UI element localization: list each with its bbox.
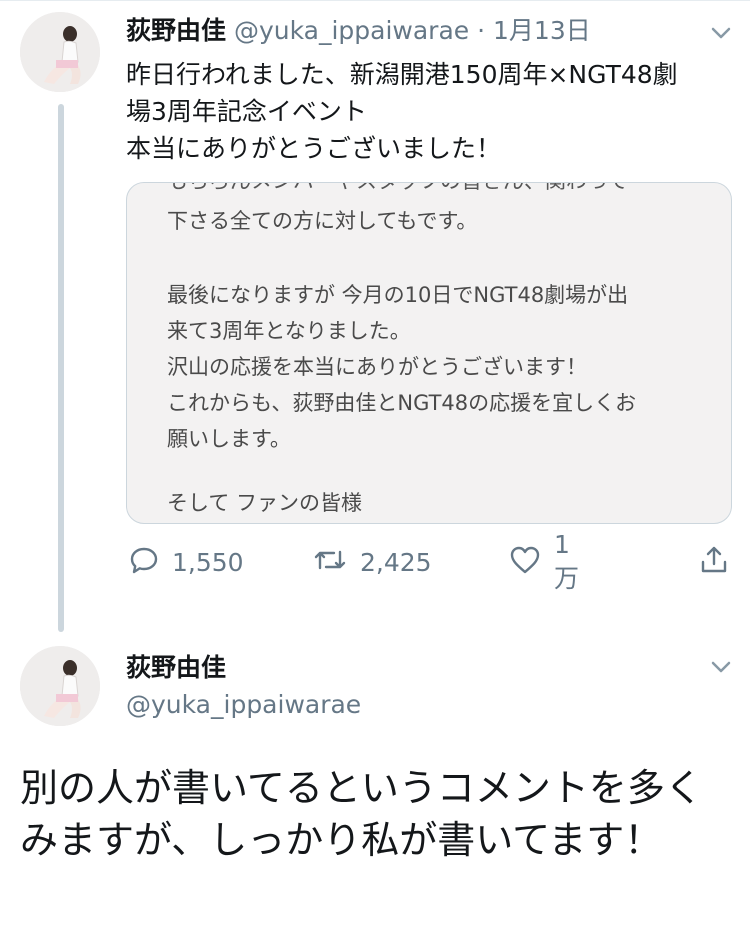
chevron-down-icon[interactable]	[706, 18, 736, 48]
image-text-line: 下さる全ての方に対してもです。	[167, 209, 478, 233]
tweet-text: 別の人が書いてるというコメントを多くみますが、しっかり私が書いてます！	[20, 766, 703, 862]
user-handle[interactable]: @yuka_ippaiwarae	[234, 16, 469, 45]
tweet-text-line: 昨日行われました、新潟開港150周年×NGT48劇	[126, 60, 678, 89]
image-text-line: これからも、荻野由佳とNGT48の応援を宜しくお	[167, 391, 637, 415]
separator-dot: ·	[477, 16, 486, 45]
retweet-icon	[312, 544, 348, 580]
heart-icon	[508, 544, 542, 580]
reply-icon	[128, 544, 160, 580]
like-count: 1万	[554, 529, 580, 593]
tweet-text-line: 場3周年記念イベント	[126, 97, 367, 126]
retweet-count: 2,425	[360, 547, 432, 577]
display-name[interactable]: 荻野由佳	[126, 16, 226, 45]
display-name[interactable]: 荻野由佳	[126, 648, 226, 684]
chevron-down-icon[interactable]	[706, 652, 736, 682]
top-divider	[0, 0, 750, 1]
image-text-line: そして ファンの皆様	[167, 491, 363, 515]
image-text-line: 願いします。	[167, 427, 291, 451]
avatar[interactable]	[20, 12, 100, 92]
tweet-header: 荻野由佳 @yuka_ippaiwarae · 1月13日	[126, 12, 591, 50]
image-text-line: 来て3周年となりました。	[167, 319, 411, 343]
share-icon	[698, 544, 730, 580]
avatar[interactable]	[20, 646, 100, 726]
thread-line	[58, 104, 64, 632]
tweet-text: 昨日行われました、新潟開港150周年×NGT48劇 場3周年記念イベント 本当に…	[126, 56, 736, 167]
tweet-text-line: 本当にありがとうございました！	[126, 134, 502, 163]
image-text-line: 沢山の応援を本当にありがとうございます！	[167, 355, 587, 379]
reply-count: 1,550	[172, 547, 244, 577]
share-button[interactable]	[698, 540, 730, 584]
reply-button[interactable]: 1,550	[128, 540, 244, 584]
tweet-date[interactable]: 1月13日	[493, 16, 591, 45]
attached-image[interactable]: もちろんメンバーやスタッフの皆さん、関わって 下さる全ての方に対してもです。 最…	[126, 182, 732, 524]
like-button[interactable]: 1万	[508, 530, 579, 593]
image-text-line: もちろんメンバーやスタッフの皆さん、関わって	[167, 183, 628, 195]
user-handle[interactable]: @yuka_ippaiwarae	[126, 690, 361, 719]
image-text-line: 最後になりますが 今月の10日でNGT48劇場が出	[167, 283, 629, 307]
retweet-button[interactable]: 2,425	[312, 540, 432, 584]
